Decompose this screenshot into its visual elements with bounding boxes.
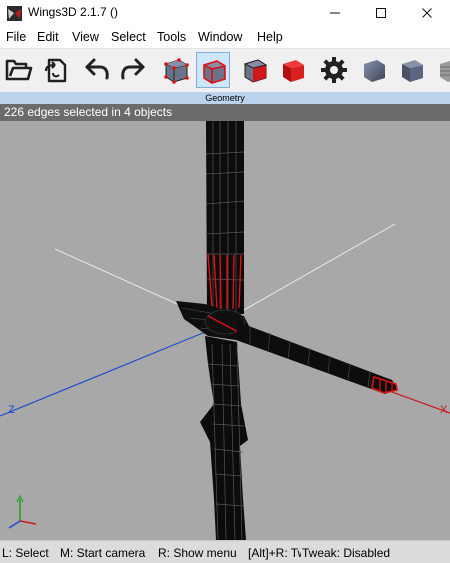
textured-shading-button[interactable] (433, 52, 450, 88)
minimize-button[interactable] (312, 0, 358, 26)
scene-canvas[interactable]: Z X (0, 104, 450, 540)
geometry-window-title: Geometry (0, 92, 450, 104)
redo-button[interactable] (116, 52, 150, 88)
status-right-click-hint: R: Show menu (158, 546, 237, 560)
smooth-shading-button[interactable] (357, 52, 391, 88)
face-select-mode-button[interactable] (238, 52, 272, 88)
axis-gizmo-icon (8, 494, 37, 529)
import-icon (44, 58, 67, 83)
maximize-icon (376, 7, 386, 18)
x-axis-light-line (229, 223, 396, 319)
menu-help[interactable]: Help (257, 30, 283, 44)
textured-cube-icon (440, 60, 450, 82)
status-tweak-menu-hint: [Alt]+R: Tweak menu (248, 546, 301, 560)
lower-blade-mesh (200, 336, 248, 540)
redo-icon (121, 58, 145, 80)
status-bar: L: Select M: Start camera R: Show menu [… (0, 540, 450, 563)
edge-mode-icon (203, 60, 226, 84)
open-button[interactable] (2, 52, 36, 88)
geometry-viewport[interactable]: Z X 226 edges selected in 4 objects (0, 104, 450, 540)
menu-file[interactable]: File (6, 30, 26, 44)
flat-shading-button[interactable] (395, 52, 429, 88)
edge-select-mode-button[interactable] (196, 52, 230, 88)
window-title: Wings3D 2.1.7 () (28, 5, 119, 19)
vertex-select-mode-button[interactable] (159, 52, 193, 88)
z-axis-label: Z (8, 404, 15, 416)
menu-edit[interactable]: Edit (37, 30, 59, 44)
flat-cube-icon (402, 60, 423, 82)
close-button[interactable] (404, 0, 450, 26)
face-mode-icon (243, 59, 268, 83)
status-tweak-state: Tweak: Disabled (302, 546, 391, 560)
body-mode-icon (283, 60, 304, 82)
x-axis-label: X (440, 404, 448, 416)
menu-bar: File Edit View Select Tools Window Help (0, 26, 450, 48)
body-select-mode-button[interactable] (276, 52, 310, 88)
minimize-icon (330, 12, 340, 13)
menu-view[interactable]: View (72, 30, 99, 44)
close-icon (422, 7, 432, 18)
upper-blade-mesh (205, 121, 245, 314)
toolbar (0, 48, 450, 93)
undo-icon (85, 58, 109, 80)
menu-tools[interactable]: Tools (157, 30, 186, 44)
status-middle-click-hint: M: Start camera (60, 546, 146, 560)
status-left-click-hint: L: Select (2, 546, 49, 560)
gear-icon (321, 57, 347, 83)
smooth-cube-icon (364, 60, 385, 82)
import-button[interactable] (38, 52, 72, 88)
wings3d-logo-icon (7, 6, 22, 21)
title-bar: Wings3D 2.1.7 () (0, 0, 450, 26)
z-axis-line (0, 327, 216, 417)
horizontal-grip-mesh (236, 322, 398, 394)
menu-select[interactable]: Select (111, 30, 146, 44)
maximize-button[interactable] (358, 0, 404, 26)
menu-window[interactable]: Window (198, 30, 242, 44)
vertex-mode-icon (164, 58, 189, 84)
preferences-button[interactable] (317, 52, 351, 88)
undo-button[interactable] (80, 52, 114, 88)
selection-info: 226 edges selected in 4 objects (0, 104, 450, 121)
open-folder-icon (5, 59, 33, 81)
